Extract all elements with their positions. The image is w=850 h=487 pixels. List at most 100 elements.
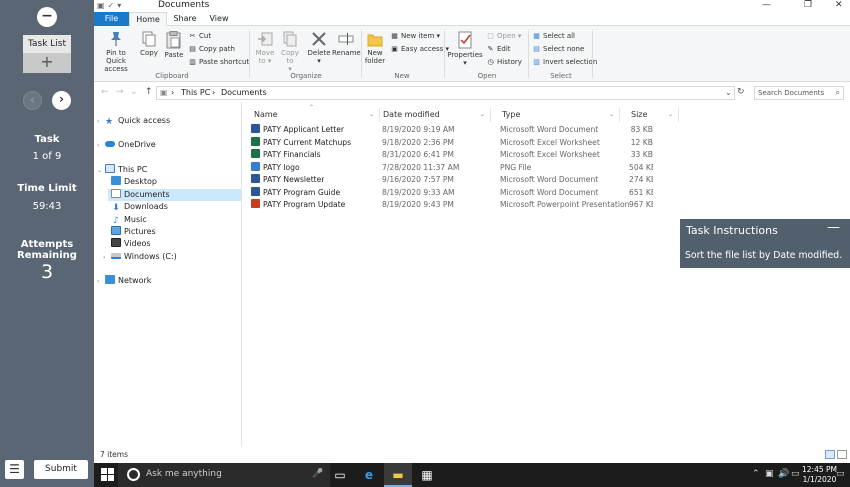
breadcrumb-documents[interactable]: Documents bbox=[221, 88, 267, 97]
breadcrumb-separator[interactable]: › bbox=[171, 88, 174, 97]
task-list-button[interactable]: Task List + bbox=[23, 35, 71, 73]
minimize-window-button[interactable]: — bbox=[762, 0, 771, 10]
breadcrumb-this-pc[interactable]: This PC bbox=[181, 88, 210, 97]
previous-task-button[interactable]: ‹ bbox=[23, 91, 42, 110]
windows-start-icon[interactable] bbox=[101, 468, 115, 482]
taskbar-search-box[interactable]: Ask me anything 🎤 bbox=[118, 463, 330, 487]
column-header-type[interactable]: Type ⌄ bbox=[491, 108, 620, 122]
microphone-icon[interactable]: 🎤 bbox=[312, 469, 323, 479]
collapse-icon[interactable]: ⌄ bbox=[97, 165, 105, 177]
expand-icon[interactable]: › bbox=[97, 276, 105, 288]
store-icon[interactable]: ▦ bbox=[413, 463, 441, 487]
keyboard-input-icon[interactable]: ▭ bbox=[791, 469, 800, 479]
taskbar-clock[interactable]: 12:45 PM 1/1/2020 bbox=[802, 465, 837, 485]
file-row[interactable]: PATY Program Guide 8/19/2020 9:33 AM Mic… bbox=[243, 186, 703, 199]
file-row[interactable]: PATY Financials 8/31/2020 6:41 PM Micros… bbox=[243, 149, 703, 161]
recent-locations-icon[interactable]: ⌄ bbox=[130, 87, 138, 97]
easy-access-button[interactable]: ▣ Easy access ▾ bbox=[390, 45, 449, 54]
paste-shortcut-button[interactable]: ▥ Paste shortcut bbox=[188, 58, 249, 67]
volume-icon[interactable]: 🔊 bbox=[778, 469, 789, 479]
task-view-icon[interactable]: ▭ bbox=[326, 463, 354, 487]
quick-access-toolbar[interactable]: ▣✓▾ bbox=[97, 1, 124, 10]
file-row[interactable]: PATY logo 7/28/2020 11:37 AM PNG File 50… bbox=[243, 161, 703, 174]
pin-label-line2: access bbox=[104, 65, 128, 73]
copy-button[interactable]: Copy bbox=[138, 31, 160, 57]
desktop-icon bbox=[111, 176, 121, 185]
column-header-size[interactable]: Size ⌄ bbox=[620, 108, 679, 122]
pin-to-quick-access-button[interactable]: Pin to Quick access bbox=[96, 31, 136, 73]
select-group-label: Select bbox=[550, 72, 572, 80]
history-button[interactable]: ◷ History bbox=[486, 58, 521, 67]
nav-item-downloads[interactable]: ⬇ Downloads bbox=[111, 201, 168, 213]
paste-button[interactable]: Paste bbox=[162, 31, 186, 59]
collapse-instructions-button[interactable]: — bbox=[827, 220, 840, 235]
nav-item-documents[interactable]: Documents bbox=[108, 189, 241, 201]
submit-button[interactable]: Submit bbox=[34, 460, 88, 479]
forward-arrow-icon[interactable]: → bbox=[116, 87, 124, 97]
column-header-date-modified[interactable]: Date modified ⌄ bbox=[372, 108, 491, 122]
up-arrow-icon[interactable]: ↑ bbox=[145, 87, 153, 97]
show-hidden-icons-chevron-icon[interactable]: ⌃ bbox=[752, 469, 760, 479]
file-row[interactable]: PATY Current Matchups 9/18/2020 2:36 PM … bbox=[243, 136, 703, 149]
search-input[interactable]: Search Documents ⌕ bbox=[754, 86, 844, 100]
file-name-cell: PATY Financials bbox=[251, 149, 321, 161]
copy-to-button[interactable]: Copy to ▾ bbox=[277, 31, 303, 73]
column-filter-icon[interactable]: ⌄ bbox=[480, 108, 485, 122]
tab-file[interactable]: File bbox=[94, 12, 129, 26]
details-view-icon[interactable] bbox=[825, 450, 835, 459]
refresh-icon[interactable]: ↻ bbox=[737, 87, 745, 97]
next-task-button[interactable]: › bbox=[52, 91, 71, 110]
drive-icon bbox=[111, 253, 121, 259]
nav-item-videos[interactable]: Videos bbox=[111, 238, 151, 250]
maximize-window-button[interactable]: ❐ bbox=[804, 0, 812, 10]
close-window-button[interactable]: ✕ bbox=[835, 0, 843, 10]
expand-icon[interactable]: › bbox=[97, 140, 105, 152]
rename-button[interactable]: Rename bbox=[332, 31, 361, 57]
edit-button[interactable]: ✎ Edit bbox=[486, 45, 511, 54]
move-to-button[interactable]: Move to ▾ bbox=[252, 31, 278, 65]
file-row[interactable]: PATY Applicant Letter 8/19/2020 9:19 AM … bbox=[243, 124, 703, 136]
menu-icon[interactable]: ☰ bbox=[5, 460, 24, 479]
breadcrumb-separator[interactable]: › bbox=[212, 88, 215, 97]
column-filter-icon[interactable]: ⌄ bbox=[668, 108, 673, 122]
column-header-name[interactable]: Name ⌄ bbox=[243, 108, 380, 122]
nav-item-music[interactable]: ♪ Music bbox=[111, 214, 147, 226]
invert-selection-button[interactable]: ▥ Invert selection bbox=[532, 58, 597, 67]
back-arrow-icon[interactable]: ← bbox=[101, 87, 109, 97]
tab-home[interactable]: Home bbox=[129, 12, 167, 26]
properties-button[interactable]: Properties ▾ bbox=[447, 31, 483, 67]
nav-item-network[interactable]: › Network bbox=[97, 275, 151, 287]
plus-icon[interactable]: + bbox=[23, 53, 71, 73]
new-folder-button[interactable]: New folder bbox=[362, 31, 388, 65]
file-row[interactable]: PATY Program Update 8/19/2020 9:43 PM Mi… bbox=[243, 199, 703, 211]
network-status-icon[interactable]: ▣ bbox=[765, 469, 774, 479]
new-item-button[interactable]: ▦ New item ▾ bbox=[390, 32, 440, 41]
large-icons-view-icon[interactable] bbox=[837, 450, 847, 459]
nav-item-windows-c[interactable]: › Windows (C:) bbox=[103, 251, 177, 263]
paste-shortcut-label: Paste shortcut bbox=[199, 58, 250, 66]
minimize-panel-button[interactable]: − bbox=[37, 7, 57, 27]
nav-item-pictures[interactable]: Pictures bbox=[111, 226, 156, 238]
expand-icon[interactable]: › bbox=[103, 252, 111, 264]
nav-item-desktop[interactable]: Desktop bbox=[111, 176, 157, 188]
expand-icon[interactable]: › bbox=[97, 116, 105, 128]
notifications-icon[interactable]: ▭ bbox=[836, 469, 845, 479]
select-none-button[interactable]: ▤ Select none bbox=[532, 45, 584, 54]
edge-browser-icon[interactable]: e bbox=[355, 463, 383, 487]
nav-item-quick-access[interactable]: › ★ Quick access bbox=[97, 115, 170, 127]
nav-item-this-pc[interactable]: ⌄ This PC bbox=[97, 164, 147, 176]
word-document-icon bbox=[251, 124, 260, 133]
file-row[interactable]: PATY Newsletter 9/16/2020 7:57 PM Micros… bbox=[243, 174, 703, 186]
tab-share[interactable]: Share bbox=[169, 12, 201, 26]
column-filter-icon[interactable]: ⌄ bbox=[609, 108, 614, 122]
delete-button[interactable]: Delete ▾ bbox=[306, 31, 332, 65]
open-button[interactable]: ▢ Open ▾ bbox=[486, 32, 521, 41]
copy-path-button[interactable]: ▤ Copy path bbox=[188, 45, 235, 54]
tab-view[interactable]: View bbox=[204, 12, 234, 26]
address-bar[interactable]: ▣ › This PC › Documents ⌄ bbox=[156, 86, 735, 100]
address-dropdown-icon[interactable]: ⌄ bbox=[725, 88, 732, 97]
select-all-button[interactable]: ▦ Select all bbox=[532, 32, 575, 41]
file-explorer-icon[interactable]: ▬ bbox=[384, 463, 412, 487]
cut-button[interactable]: ✂ Cut bbox=[188, 32, 212, 41]
nav-item-onedrive[interactable]: › OneDrive bbox=[97, 139, 156, 151]
